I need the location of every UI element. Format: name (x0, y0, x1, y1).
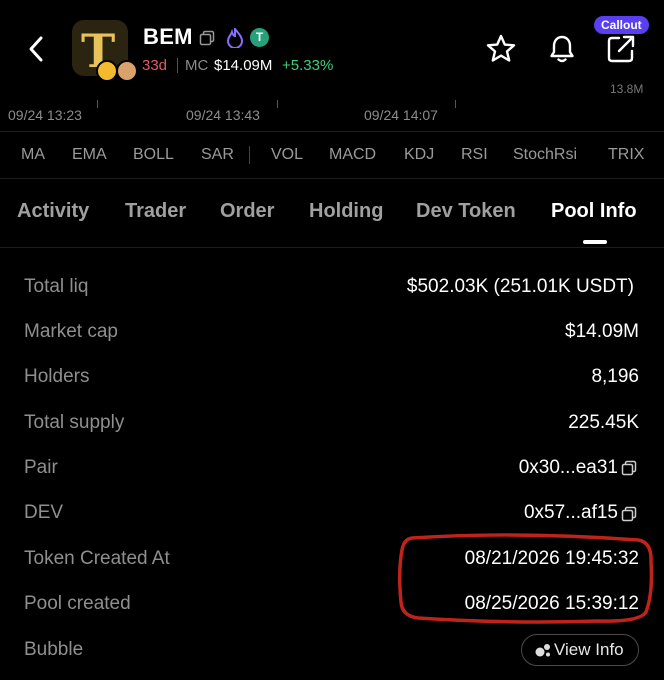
market-cap-row-value: $14.09M (565, 321, 639, 342)
tether-icon: T (250, 28, 269, 47)
tab-dev-token[interactable]: Dev Token (416, 200, 516, 223)
indicator-trix[interactable]: TRIX (608, 146, 644, 164)
view-info-button[interactable]: View Info (521, 634, 639, 666)
bnb-chain-badge-icon (96, 60, 118, 82)
copy-icon[interactable] (199, 30, 215, 46)
pair-label: Pair (24, 457, 58, 478)
copy-pair-icon[interactable] (621, 460, 637, 476)
price-change: +5.33% (282, 57, 334, 74)
indicator-macd[interactable]: MACD (329, 146, 376, 164)
bubble-icon (535, 644, 550, 657)
callout-badge[interactable]: Callout (594, 16, 649, 34)
indicator-kdj[interactable]: KDJ (404, 146, 434, 164)
time-tick (97, 100, 98, 108)
indicator-bar: MA EMA BOLL SAR VOL MACD KDJ RSI StochRs… (0, 138, 664, 172)
indicator-separator (249, 146, 250, 164)
indicator-sar[interactable]: SAR (201, 146, 234, 164)
divider (0, 178, 664, 179)
total-supply-value: 225.45K (568, 412, 639, 433)
active-tab-indicator (583, 240, 607, 244)
token-symbol: BEM (143, 24, 193, 49)
token-age: 33d (142, 57, 168, 74)
pair-address[interactable]: 0x30...ea31 (519, 457, 618, 479)
dev-address[interactable]: 0x57...af15 (524, 502, 618, 524)
market-cap-label: MC (185, 57, 209, 74)
indicator-boll[interactable]: BOLL (133, 146, 174, 164)
volume-axis-label: 13.8M (610, 82, 644, 96)
indicator-ema[interactable]: EMA (72, 146, 107, 164)
tab-holding[interactable]: Holding (309, 200, 383, 223)
time-label: 09/24 13:43 (186, 107, 260, 123)
pool-created-label: Pool created (24, 593, 131, 614)
total-supply-label: Total supply (24, 412, 125, 433)
tab-trader[interactable]: Trader (125, 200, 186, 223)
time-tick (455, 100, 456, 108)
total-liq-label: Total liq (24, 276, 89, 297)
time-label: 09/24 13:23 (8, 107, 82, 123)
token-created-label: Token Created At (24, 548, 170, 569)
holders-label: Holders (24, 366, 90, 387)
star-icon[interactable] (486, 34, 516, 64)
fire-icon (226, 28, 244, 48)
indicator-vol[interactable]: VOL (271, 146, 303, 164)
tab-order[interactable]: Order (220, 200, 274, 223)
indicator-stochrsi[interactable]: StochRsi (513, 146, 577, 164)
divider (0, 247, 664, 248)
holders-value: 8,196 (591, 366, 639, 387)
bell-icon[interactable] (548, 34, 576, 64)
red-annotation-outline (398, 533, 654, 624)
time-tick (277, 100, 278, 108)
indicator-ma[interactable]: MA (21, 146, 45, 164)
copy-dev-icon[interactable] (621, 506, 637, 522)
tab-activity[interactable]: Activity (17, 200, 89, 223)
total-liq-value: $502.03K (251.01K USDT) (406, 276, 634, 297)
view-info-label: View Info (554, 640, 624, 659)
tab-pool-info[interactable]: Pool Info (551, 200, 637, 223)
time-label: 09/24 14:07 (364, 107, 438, 123)
header-divider (177, 58, 178, 73)
pancake-dex-badge-icon (116, 60, 138, 82)
dev-label: DEV (24, 502, 64, 523)
divider (0, 131, 664, 132)
bubble-label: Bubble (24, 639, 84, 660)
market-cap-row-label: Market cap (24, 321, 118, 342)
back-arrow-icon[interactable] (22, 34, 52, 64)
share-icon[interactable] (606, 34, 636, 64)
market-cap-value: $14.09M (214, 57, 273, 74)
indicator-rsi[interactable]: RSI (461, 146, 488, 164)
